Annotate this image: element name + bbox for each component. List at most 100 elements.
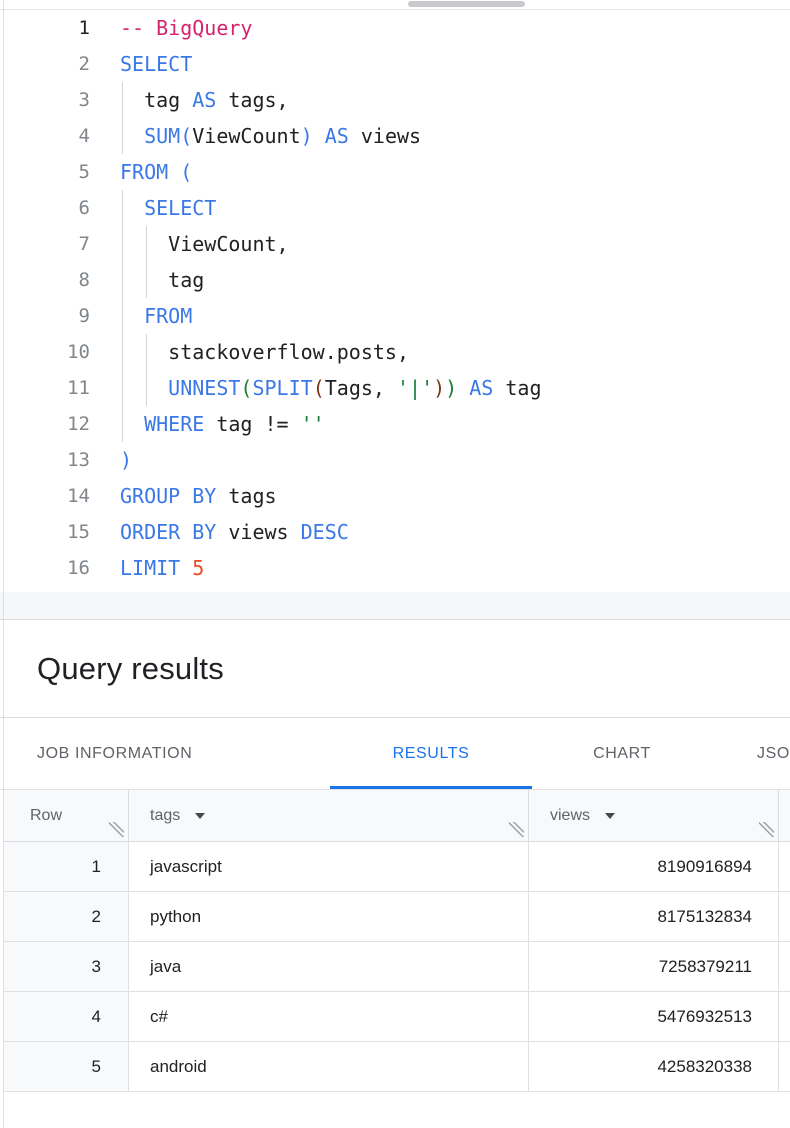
views-cell: 5476932513 xyxy=(529,992,779,1041)
active-tab-underline xyxy=(330,786,532,789)
code-line[interactable]: 6 SELECT xyxy=(0,190,790,226)
column-header-label: Row xyxy=(30,807,62,825)
row-number-cell: 1 xyxy=(4,842,129,891)
code-line[interactable]: 4 SUM(ViewCount) AS views xyxy=(0,118,790,154)
tags-cell: c# xyxy=(129,992,529,1041)
code-text: WHERE tag != '' xyxy=(120,406,325,442)
row-number-cell: 3 xyxy=(4,942,129,991)
code-text: SUM(ViewCount) AS views xyxy=(120,118,421,154)
indent-guide-line xyxy=(122,334,123,370)
line-number: 3 xyxy=(0,82,90,118)
code-text: tag xyxy=(120,262,204,298)
column-header-label: tags xyxy=(150,807,180,825)
empty-cell xyxy=(779,842,790,891)
indent-guide-line xyxy=(122,370,123,406)
code-line[interactable]: 5FROM ( xyxy=(0,154,790,190)
row-number-cell: 5 xyxy=(4,1042,129,1091)
code-text: GROUP BY tags xyxy=(120,478,277,514)
code-text: SELECT xyxy=(120,46,192,82)
row-number-cell: 2 xyxy=(4,892,129,941)
indent-guide-line xyxy=(122,118,123,154)
code-line[interactable]: 2 SELECT xyxy=(0,46,790,82)
code-text: -- BigQuery xyxy=(120,10,252,46)
line-number: 1 xyxy=(0,10,90,46)
tab-job-information[interactable]: JOB INFORMATION xyxy=(37,718,192,789)
table-row: 3java7258379211 xyxy=(4,942,790,992)
code-line[interactable]: 9 FROM xyxy=(0,298,790,334)
table-header-row: Row tags views xyxy=(4,790,790,842)
table-row: 4c#5476932513 xyxy=(4,992,790,1042)
indent-guide-line xyxy=(122,262,123,298)
sort-arrow-icon[interactable] xyxy=(605,813,615,819)
editor-bottom-pad xyxy=(0,592,790,620)
column-header-views[interactable]: views xyxy=(529,790,779,841)
sort-arrow-icon[interactable] xyxy=(195,813,205,819)
indent-guide-line xyxy=(122,226,123,262)
tab-chart[interactable]: CHART xyxy=(593,718,651,789)
line-number: 16 xyxy=(0,550,90,586)
code-line[interactable]: 16 LIMIT 5 xyxy=(0,550,790,586)
bottom-whitespace xyxy=(0,1092,790,1128)
table-row: 2python8175132834 xyxy=(4,892,790,942)
code-text: LIMIT 5 xyxy=(120,550,204,586)
code-text: ) xyxy=(120,442,132,478)
column-header-tags[interactable]: tags xyxy=(129,790,529,841)
table-body: 1javascript81909168942python81751328343j… xyxy=(4,842,790,1092)
views-cell: 8190916894 xyxy=(529,842,779,891)
code-line[interactable]: 15ORDER BY views DESC xyxy=(0,514,790,550)
code-text: ViewCount, xyxy=(120,226,289,262)
tags-cell: javascript xyxy=(129,842,529,891)
line-number: 7 xyxy=(0,226,90,262)
table-row: 5android4258320338 xyxy=(4,1042,790,1092)
code-line[interactable]: 8 tag xyxy=(0,262,790,298)
line-number: 6 xyxy=(0,190,90,226)
code-line[interactable]: 11 UNNEST(SPLIT(Tags, '|')) AS tag xyxy=(0,370,790,406)
line-number: 12 xyxy=(0,406,90,442)
column-header-row: Row xyxy=(4,790,129,841)
code-line[interactable]: 13) xyxy=(0,442,790,478)
query-results-header: Query results xyxy=(0,620,790,718)
line-number: 10 xyxy=(0,334,90,370)
empty-cell xyxy=(779,992,790,1041)
query-results-title: Query results xyxy=(37,651,224,687)
column-header-extra xyxy=(779,790,790,841)
column-resize-handle[interactable] xyxy=(109,822,124,837)
tags-cell: python xyxy=(129,892,529,941)
code-text: FROM ( xyxy=(120,154,192,190)
indent-guide-line xyxy=(122,406,123,442)
code-line[interactable]: 10 stackoverflow.posts, xyxy=(0,334,790,370)
sql-editor[interactable]: 1-- BigQuery2SELECT3 tag AS tags,4 SUM(V… xyxy=(0,10,790,586)
code-text: SELECT xyxy=(120,190,216,226)
line-number: 14 xyxy=(0,478,90,514)
code-text: ORDER BY views DESC xyxy=(120,514,349,550)
views-cell: 7258379211 xyxy=(529,942,779,991)
row-number-cell: 4 xyxy=(4,992,129,1041)
code-line[interactable]: 14 GROUP BY tags xyxy=(0,478,790,514)
column-resize-handle[interactable] xyxy=(509,822,524,837)
code-line[interactable]: 7 ViewCount, xyxy=(0,226,790,262)
tab-json[interactable]: JSON xyxy=(757,718,790,789)
indent-guide-line xyxy=(122,190,123,226)
code-text: FROM xyxy=(120,298,192,334)
code-text: tag AS tags, xyxy=(120,82,289,118)
tags-cell: java xyxy=(129,942,529,991)
line-number: 13 xyxy=(0,442,90,478)
empty-cell xyxy=(779,942,790,991)
horizontal-scrollbar-thumb[interactable] xyxy=(408,1,525,7)
empty-cell xyxy=(779,1042,790,1091)
tab-results[interactable]: RESULTS xyxy=(393,718,470,789)
column-header-label: views xyxy=(550,807,590,825)
column-resize-handle[interactable] xyxy=(759,822,774,837)
editor-top-edge xyxy=(0,0,790,10)
code-line[interactable]: 1 -- BigQuery xyxy=(0,10,790,46)
code-line[interactable]: 12 WHERE tag != '' xyxy=(0,406,790,442)
code-line[interactable]: 3 tag AS tags, xyxy=(0,82,790,118)
line-number: 2 xyxy=(0,46,90,82)
indent-guide-line xyxy=(146,262,147,298)
code-text: stackoverflow.posts, xyxy=(120,334,409,370)
code-text: UNNEST(SPLIT(Tags, '|')) AS tag xyxy=(120,370,542,406)
line-number: 8 xyxy=(0,262,90,298)
indent-guide-line xyxy=(146,226,147,262)
table-row: 1javascript8190916894 xyxy=(4,842,790,892)
results-tab-bar: JOB INFORMATION RESULTS CHART JSON xyxy=(0,718,790,790)
